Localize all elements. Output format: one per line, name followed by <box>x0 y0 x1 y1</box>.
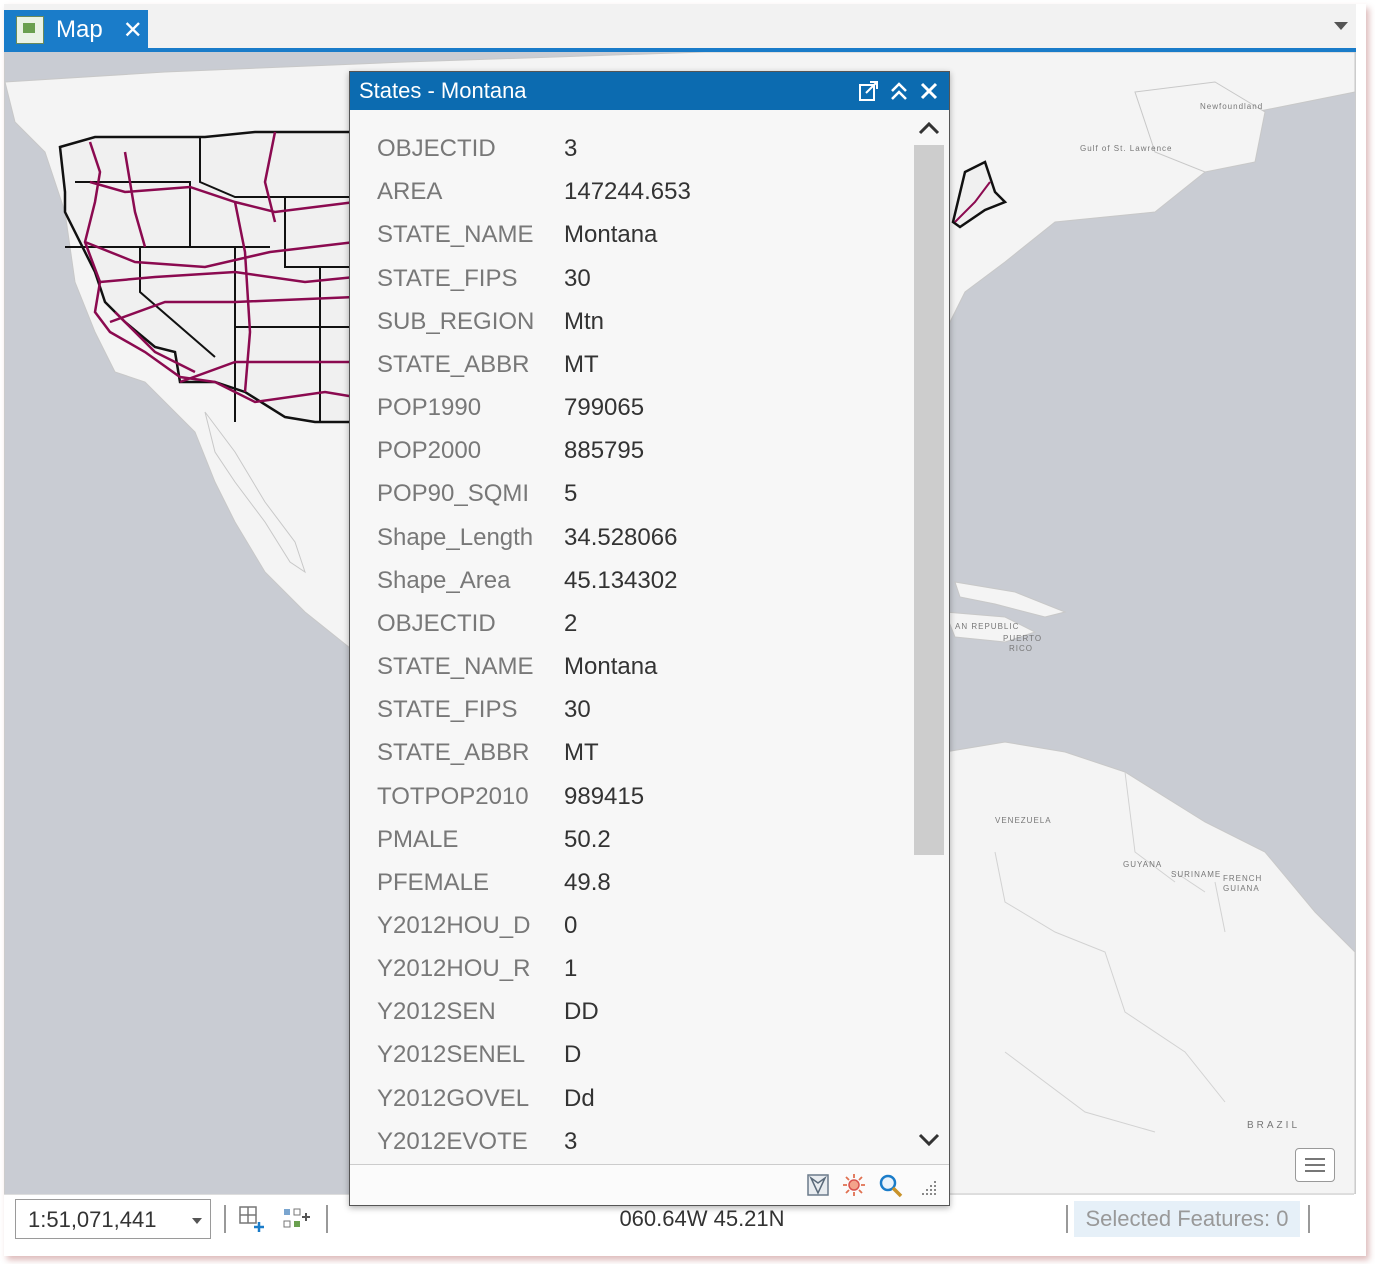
field-value: D <box>564 1041 582 1068</box>
field-value: MT <box>564 739 599 766</box>
separator <box>1308 1205 1310 1233</box>
map-label-french-guiana-1: FRENCH <box>1223 874 1263 883</box>
contents-toggle-button[interactable] <box>1295 1148 1335 1182</box>
land-cuba <box>954 581 1067 618</box>
field-name: Y2012SEN <box>377 998 496 1025</box>
field-name: Y2012SENEL <box>377 1041 526 1068</box>
close-icon[interactable] <box>918 80 940 102</box>
field-value: 2 <box>564 610 578 637</box>
scrollbar-thumb[interactable] <box>914 145 944 855</box>
field-name: Y2012HOU_R <box>377 955 531 982</box>
field-name: STATE_ABBR <box>377 739 530 766</box>
field-value: 0 <box>564 912 578 939</box>
vertical-scrollbar[interactable] <box>912 111 946 1161</box>
scale-selector[interactable]: 1:51,071,441 <box>15 1199 211 1239</box>
map-label-venezuela: VENEZUELA <box>995 816 1052 825</box>
popup-title: States - Montana <box>359 78 527 103</box>
field-name: STATE_NAME <box>377 221 534 248</box>
field-name: Y2012HOU_D <box>377 912 531 939</box>
field-value: 34.528066 <box>564 524 678 551</box>
map-label-dominican-republic: AN REPUBLIC <box>955 622 1020 631</box>
chevron-down-icon[interactable] <box>1334 22 1348 30</box>
separator <box>326 1205 328 1233</box>
field-value: 3 <box>564 1128 578 1155</box>
field-value: 989415 <box>564 783 645 810</box>
scale-value: 1:51,071,441 <box>28 1207 157 1232</box>
field-value: MT <box>564 351 599 378</box>
tab-map[interactable]: Map ✕ <box>4 10 148 50</box>
field-name: TOTPOP2010 <box>377 783 529 810</box>
separator <box>1066 1205 1068 1233</box>
map-icon <box>16 16 44 44</box>
popup-window: States - Montana OBJECTID 3 AREA 147244.65… <box>349 71 950 1206</box>
chevron-down-icon[interactable] <box>917 1131 941 1149</box>
field-name: OBJECTID <box>377 135 496 162</box>
field-value: DD <box>564 998 599 1025</box>
resize-grip-icon[interactable] <box>918 1177 940 1199</box>
field-value: 3 <box>564 135 578 162</box>
field-value: 799065 <box>564 394 645 421</box>
field-value: 147244.653 <box>564 178 691 205</box>
snapping-icon[interactable] <box>282 1205 310 1233</box>
field-value: 1 <box>564 955 578 982</box>
separator <box>224 1205 226 1233</box>
selected-features-count[interactable]: Selected Features: 0 <box>1074 1201 1300 1237</box>
field-value: Montana <box>564 221 658 248</box>
field-value: 30 <box>564 696 591 723</box>
map-label-suriname: SURINAME <box>1171 870 1222 879</box>
map-label-brazil: BRAZIL <box>1247 1120 1301 1131</box>
field-value: 49.8 <box>564 869 611 896</box>
field-name: STATE_FIPS <box>377 696 518 723</box>
field-name: Y2012GOVEL <box>377 1085 530 1112</box>
field-value: 885795 <box>564 437 645 464</box>
field-name: POP2000 <box>377 437 482 464</box>
map-label-gulf: Gulf of St. Lawrence <box>1080 144 1173 153</box>
tab-label: Map <box>56 16 103 43</box>
field-name: OBJECTID <box>377 610 496 637</box>
field-name: Shape_Area <box>377 567 511 594</box>
field-name: POP1990 <box>377 394 482 421</box>
tab-bar: Map ✕ <box>4 4 1356 52</box>
field-name: POP90_SQMI <box>377 480 530 507</box>
map-label-french-guiana-2: GUIANA <box>1223 884 1260 893</box>
field-value: 5 <box>564 480 578 507</box>
field-name: PMALE <box>377 826 459 853</box>
field-name: PFEMALE <box>377 869 490 896</box>
popup-footer <box>350 1164 949 1205</box>
collapse-icon[interactable] <box>888 80 910 102</box>
field-value: 45.134302 <box>564 567 678 594</box>
field-value: Dd <box>564 1085 595 1112</box>
field-name: STATE_NAME <box>377 653 534 680</box>
grid-add-icon[interactable] <box>238 1205 266 1233</box>
attribute-list[interactable]: OBJECTID 3 AREA 147244.653 STATE_NAME Monta… <box>350 111 910 1161</box>
select-feature-icon[interactable] <box>806 1173 830 1197</box>
field-value: 50.2 <box>564 826 611 853</box>
zoom-to-icon[interactable] <box>878 1173 904 1199</box>
map-label-guyana: GUYANA <box>1123 860 1163 869</box>
field-name: STATE_FIPS <box>377 265 518 292</box>
flash-feature-icon[interactable] <box>842 1173 866 1197</box>
us-west-states <box>58 130 357 424</box>
field-value: Mtn <box>564 308 605 335</box>
field-name: STATE_ABBR <box>377 351 530 378</box>
map-label-puerto-rico-2: RICO <box>1009 644 1033 653</box>
field-value: Montana <box>564 653 658 680</box>
map-label-puerto-rico-1: PUERTO <box>1003 634 1043 643</box>
field-name: SUB_REGION <box>377 308 535 335</box>
field-name: AREA <box>377 178 443 205</box>
close-icon[interactable]: ✕ <box>123 16 143 45</box>
field-name: Y2012EVOTE <box>377 1128 528 1155</box>
field-value: 30 <box>564 265 591 292</box>
chevron-down-icon <box>192 1218 202 1224</box>
popup-header[interactable]: States - Montana <box>350 72 949 110</box>
field-name: Shape_Length <box>377 524 534 551</box>
pop-out-icon[interactable] <box>858 80 880 102</box>
chevron-up-icon[interactable] <box>917 119 941 137</box>
map-label-newfoundland: Newfoundland <box>1200 102 1264 111</box>
